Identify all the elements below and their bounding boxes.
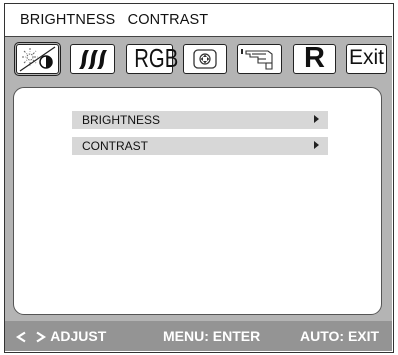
menu-item-label: CONTRAST [82, 139, 148, 153]
right-triangle-icon [314, 141, 319, 149]
page-title: BRIGHTNESS CONTRAST [20, 12, 209, 28]
tab-exit-label: Exit [348, 46, 384, 69]
adjust-hint: ADJUST [15, 328, 106, 344]
footer-hints: ADJUST MENU: ENTER AUTO: EXIT [5, 321, 392, 351]
tab-color[interactable]: RGB [126, 43, 179, 74]
tab-brightness-contrast[interactable] [14, 42, 61, 76]
tab-reset[interactable]: R [293, 42, 336, 74]
osd-window: BRIGHTNESS CONTRAST RGB R Exit BRIGHTNES… [4, 3, 394, 353]
left-arrow-icon [15, 331, 26, 343]
tab-position[interactable] [183, 44, 227, 74]
menu-item-contrast[interactable]: CONTRAST [72, 137, 328, 155]
tab-image[interactable] [70, 44, 115, 74]
adjust-hint-label: ADJUST [50, 328, 107, 344]
wavy-lines-icon [79, 50, 107, 69]
right-arrow-icon [36, 331, 46, 343]
sun-half-circle-icon [19, 46, 56, 72]
title-bar: BRIGHTNESS CONTRAST [5, 4, 392, 37]
menu-item-brightness[interactable]: BRIGHTNESS [72, 111, 328, 129]
hand-pointer-icon [241, 49, 273, 70]
tab-exit[interactable]: Exit [346, 44, 387, 74]
screen-position-icon [193, 49, 217, 69]
tab-reset-label: R [304, 42, 325, 74]
tab-osd-setup[interactable] [237, 44, 282, 74]
auto-exit-hint: AUTO: EXIT [300, 328, 380, 344]
tab-color-label: RGB [134, 43, 179, 73]
right-triangle-icon [314, 115, 319, 123]
menu-panel: BRIGHTNESS CONTRAST [13, 87, 382, 315]
menu-item-label: BRIGHTNESS [82, 113, 161, 127]
tab-bar: RGB R Exit [5, 37, 392, 81]
menu-enter-hint: MENU: ENTER [163, 328, 261, 344]
menu-frame: BRIGHTNESS CONTRAST [5, 81, 392, 321]
